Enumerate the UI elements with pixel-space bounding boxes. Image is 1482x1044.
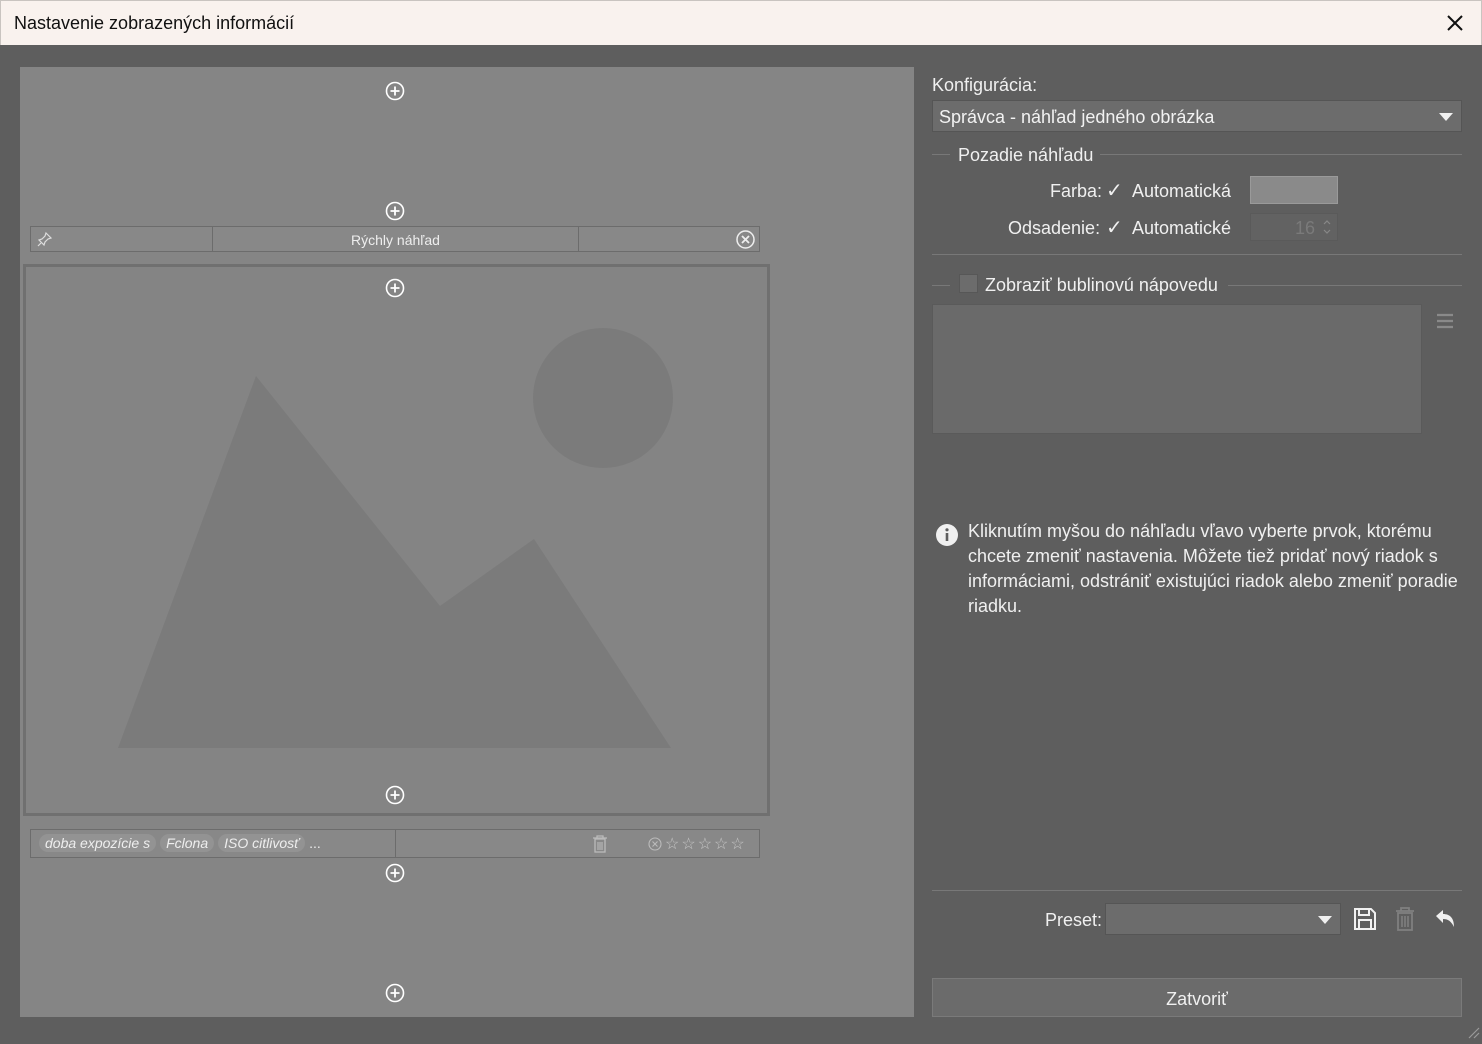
- image-placeholder-icon: [118, 328, 673, 748]
- padding-label: Odsadenie:: [1008, 218, 1101, 238]
- config-select[interactable]: Správca - náhľad jedného obrázka: [932, 100, 1462, 132]
- chevron-down-icon: [1318, 916, 1332, 924]
- close-button-label: Zatvoriť: [1166, 989, 1228, 1009]
- preset-select[interactable]: [1105, 903, 1341, 935]
- add-row-above-header-icon[interactable]: [385, 201, 405, 221]
- save-icon[interactable]: [1353, 907, 1377, 931]
- color-label: Farba:: [1050, 181, 1103, 201]
- rating-clear-icon[interactable]: [648, 837, 662, 851]
- preset-label: Preset:: [1045, 910, 1103, 930]
- chip-iso[interactable]: ISO citlivosť: [218, 834, 306, 852]
- color-auto-checkbox[interactable]: ✓: [1106, 181, 1124, 201]
- add-row-below-footer-icon[interactable]: [385, 863, 405, 883]
- padding-auto-label: Automatické: [1132, 218, 1232, 238]
- dialog-title: Nastavenie zobrazených informácií: [14, 13, 295, 33]
- trash-icon[interactable]: [592, 835, 608, 853]
- preview-area[interactable]: Rýchly náhľad doba expozície s Fclona ISO …: [20, 67, 914, 1017]
- background-group-title: Pozadie náhľadu: [958, 145, 1094, 165]
- resize-grip-icon[interactable]: [1464, 1023, 1480, 1039]
- quick-preview-label: Rýchly náhľad: [351, 232, 440, 248]
- padding-value: 16: [1294, 218, 1315, 238]
- config-select-value: Správca - náhľad jedného obrázka: [939, 107, 1215, 127]
- padding-auto-checkbox[interactable]: ✓: [1106, 218, 1124, 238]
- title-bar: Nastavenie zobrazených informácií: [0, 0, 1482, 45]
- add-row-bottom-icon[interactable]: [385, 983, 405, 1003]
- tooltip-label: Zobraziť bublinovú nápovedu: [985, 275, 1218, 295]
- info-icon: [935, 523, 959, 547]
- add-row-image-top-icon[interactable]: [385, 278, 405, 298]
- remove-row-icon[interactable]: [736, 230, 755, 249]
- add-row-top-icon[interactable]: [385, 81, 405, 101]
- chip-aperture[interactable]: Fclona: [160, 834, 215, 852]
- more-indicator: ...: [309, 835, 321, 851]
- color-swatch[interactable]: [1250, 176, 1338, 204]
- close-button[interactable]: Zatvoriť: [932, 978, 1462, 1017]
- preview-footer-bar[interactable]: doba expozície s Fclona ISO citlivosť... ☆…: [30, 829, 760, 858]
- rating-stars[interactable]: ☆☆☆☆☆: [665, 834, 747, 854]
- tooltip-checkbox[interactable]: [959, 274, 978, 293]
- info-text: Kliknutím myšou do náhľadu vľavo vyberte…: [968, 521, 1458, 616]
- padding-spinbox[interactable]: 16: [1250, 213, 1338, 241]
- menu-icon[interactable]: [1435, 312, 1455, 330]
- chevron-down-icon: [1439, 113, 1453, 121]
- undo-icon[interactable]: [1433, 907, 1457, 931]
- chip-exposure[interactable]: doba expozície s: [39, 834, 157, 852]
- preview-header-bar[interactable]: Rýchly náhľad: [30, 226, 760, 252]
- spin-arrows-icon[interactable]: [1322, 216, 1332, 238]
- pin-icon[interactable]: [37, 231, 53, 247]
- color-auto-label: Automatická: [1132, 181, 1232, 201]
- close-icon[interactable]: [1441, 9, 1469, 37]
- delete-preset-icon[interactable]: [1395, 907, 1415, 931]
- tooltip-content-box[interactable]: [932, 304, 1422, 434]
- add-row-image-bottom-icon[interactable]: [385, 785, 405, 805]
- image-placeholder-frame[interactable]: [23, 264, 770, 816]
- config-label: Konfigurácia:: [932, 75, 1038, 95]
